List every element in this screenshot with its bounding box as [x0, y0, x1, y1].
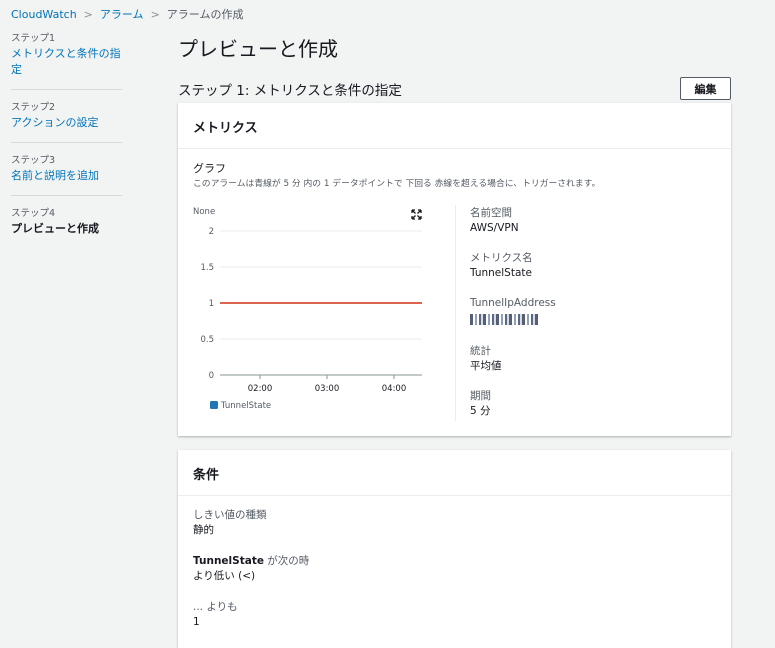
tunnel-ip-item: TunnelIpAddress — [470, 296, 556, 329]
y-tick-label: 1 — [209, 299, 214, 309]
expand-icon[interactable] — [411, 209, 422, 220]
conditions-panel: 条件 しきい値の種類 静的 TunnelState が次の時 より低い (<) … — [178, 450, 731, 648]
step-current-label: プレビューと作成 — [11, 222, 99, 235]
page-title: プレビューと作成 — [178, 37, 338, 61]
chevron-right-icon: > — [83, 7, 93, 21]
metrics-header: メトリクス — [178, 103, 731, 149]
wizard-steps: ステップ1 メトリクスと条件の指定 ステップ2 アクションの設定 ステップ3 名… — [11, 33, 122, 260]
namespace-label: 名前空間 — [470, 207, 512, 219]
breadcrumb: CloudWatch > アラーム > アラームの作成 — [11, 6, 244, 22]
step-number: ステップ1 — [11, 33, 56, 44]
condition-item: TunnelState が次の時 より低い (<) — [193, 554, 309, 584]
than-label: ... よりも — [193, 601, 238, 613]
legend-swatch — [210, 401, 218, 409]
graph-label: グラフ — [193, 162, 226, 175]
step-3: ステップ3 名前と説明を追加 — [11, 155, 122, 196]
metric-chart: None 2 1.5 1 0.5 0 02:00 03:00 04:00 TunnelState — [178, 203, 448, 418]
namespace-value: AWS/VPN — [470, 222, 519, 234]
step-link-name[interactable]: 名前と説明を追加 — [11, 168, 122, 184]
chevron-right-icon: > — [150, 7, 160, 21]
metric-name-label: メトリクス名 — [470, 252, 533, 264]
graph-description: このアラームは青線が 5 分 内の 1 データポイントで 下回る 赤線を超える場… — [193, 179, 601, 189]
statistic-label: 統計 — [470, 345, 491, 357]
conditions-header: 条件 — [178, 450, 731, 496]
period-label: 期間 — [470, 390, 491, 402]
breadcrumb-cloudwatch[interactable]: CloudWatch — [11, 8, 77, 21]
period-item: 期間 5 分 — [470, 389, 556, 419]
than-item: ... よりも 1 — [193, 600, 238, 630]
threshold-type-item: しきい値の種類 静的 — [193, 508, 267, 538]
y-tick-label: 0.5 — [200, 335, 214, 345]
step-1: ステップ1 メトリクスと条件の指定 — [11, 33, 122, 90]
redacted-ip — [470, 314, 540, 325]
statistic-value: 平均値 — [470, 360, 502, 372]
period-value: 5 分 — [470, 405, 491, 417]
edit-button[interactable]: 編集 — [680, 77, 731, 100]
than-value: 1 — [193, 616, 200, 628]
metrics-panel: メトリクス グラフ このアラームは青線が 5 分 内の 1 データポイントで 下… — [178, 103, 731, 436]
x-tick-label: 02:00 — [248, 384, 273, 394]
y-tick-label: 2 — [209, 227, 214, 237]
condition-label: TunnelState が次の時 — [193, 554, 309, 568]
y-tick-label: 1.5 — [200, 263, 214, 273]
breadcrumb-current: アラームの作成 — [166, 8, 244, 21]
metric-name-value: TunnelState — [470, 267, 532, 279]
step-number: ステップ3 — [11, 155, 56, 166]
threshold-type-value: 静的 — [193, 524, 214, 536]
legend-label: TunnelState — [220, 401, 271, 411]
x-tick-label: 04:00 — [382, 384, 407, 394]
tunnel-ip-label: TunnelIpAddress — [470, 297, 556, 309]
metric-name-item: メトリクス名 TunnelState — [470, 251, 556, 281]
step-link-actions[interactable]: アクションの設定 — [11, 115, 122, 131]
info-divider — [455, 205, 456, 421]
step-4: ステップ4 プレビューと作成 — [11, 208, 122, 248]
namespace-item: 名前空間 AWS/VPN — [470, 206, 556, 236]
x-tick-label: 03:00 — [315, 384, 340, 394]
section-title: ステップ 1: メトリクスと条件の指定 — [178, 83, 402, 99]
condition-suffix: が次の時 — [263, 555, 310, 567]
threshold-type-label: しきい値の種類 — [193, 509, 267, 521]
step-2: ステップ2 アクションの設定 — [11, 102, 122, 143]
condition-metric: TunnelState — [193, 555, 264, 567]
metric-details: 名前空間 AWS/VPN メトリクス名 TunnelState TunnelIp… — [470, 206, 556, 434]
statistic-item: 統計 平均値 — [470, 344, 556, 374]
condition-value: より低い (<) — [193, 570, 256, 582]
step-number: ステップ4 — [11, 208, 56, 219]
breadcrumb-alarms[interactable]: アラーム — [100, 6, 144, 22]
step-number: ステップ2 — [11, 102, 56, 113]
y-axis-unit: None — [193, 207, 215, 217]
step-link-metrics[interactable]: メトリクスと条件の指定 — [11, 46, 122, 78]
y-tick-label: 0 — [209, 371, 214, 381]
chart-svg: None 2 1.5 1 0.5 0 02:00 03:00 04:00 TunnelState — [193, 207, 422, 411]
